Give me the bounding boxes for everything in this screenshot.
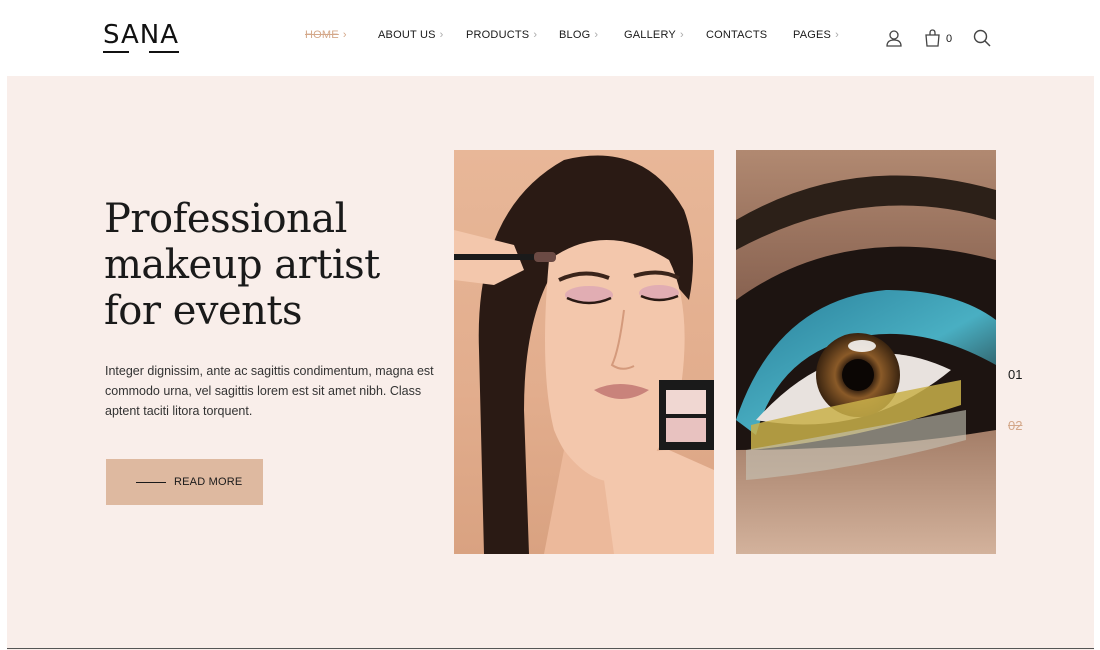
logo-text: SANA (103, 20, 180, 50)
nav-item-label: GALLERY (624, 29, 676, 41)
chevron-right-icon: › (679, 29, 684, 41)
nav-item-home[interactable]: HOME › (305, 29, 347, 41)
headline-line: Professional (104, 196, 347, 242)
headline-line: makeup artist (104, 242, 380, 288)
nav-item-contacts[interactable]: CONTACTS (706, 29, 767, 41)
cart-count-badge: 0 (946, 33, 953, 45)
read-more-label: READ MORE (174, 476, 243, 488)
button-line-decoration (136, 481, 166, 483)
shopping-bag-icon[interactable] (923, 28, 943, 48)
eye-closeup-photo (736, 150, 996, 554)
chevron-right-icon: › (533, 29, 538, 41)
hero-headline: Professional makeup artist for events (104, 196, 380, 334)
logo[interactable]: SANA (103, 20, 180, 53)
nav-item-label: PAGES (793, 29, 832, 41)
nav-item-label: BLOG (559, 29, 591, 41)
nav-item-label: PRODUCTS (466, 29, 530, 41)
nav-item-pages[interactable]: PAGES › (793, 29, 839, 41)
site-header: SANA HOME › ABOUT US › PRODUCTS › BLOG › GAL… (0, 0, 1100, 76)
read-more-button[interactable]: READ MORE (106, 459, 263, 505)
nav-item-blog[interactable]: BLOG › (559, 29, 598, 41)
nav-item-products[interactable]: PRODUCTS › (466, 29, 537, 41)
nav-item-label: ABOUT US (378, 29, 436, 41)
chevron-right-icon: › (342, 29, 347, 41)
slide-indicator-01[interactable]: 01 (1008, 367, 1022, 382)
nav-item-label: CONTACTS (706, 29, 768, 41)
search-icon[interactable] (972, 28, 992, 48)
slide-indicator-02[interactable]: 02 (1008, 418, 1022, 433)
chevron-right-icon: › (439, 29, 444, 41)
chevron-right-icon: › (594, 29, 599, 41)
chevron-right-icon: › (835, 29, 839, 41)
nav-item-about-us[interactable]: ABOUT US › (378, 29, 444, 41)
nav-item-gallery[interactable]: GALLERY › (624, 29, 684, 41)
hero-description: Integer dignissim, ante ac sagittis cond… (105, 364, 434, 418)
user-icon[interactable] (884, 28, 904, 48)
nav-item-label: HOME (305, 29, 339, 41)
model-makeup-photo (454, 150, 714, 554)
logo-underline (103, 51, 180, 53)
headline-line: for events (104, 288, 303, 334)
hero-bottom-divider (7, 648, 1094, 649)
